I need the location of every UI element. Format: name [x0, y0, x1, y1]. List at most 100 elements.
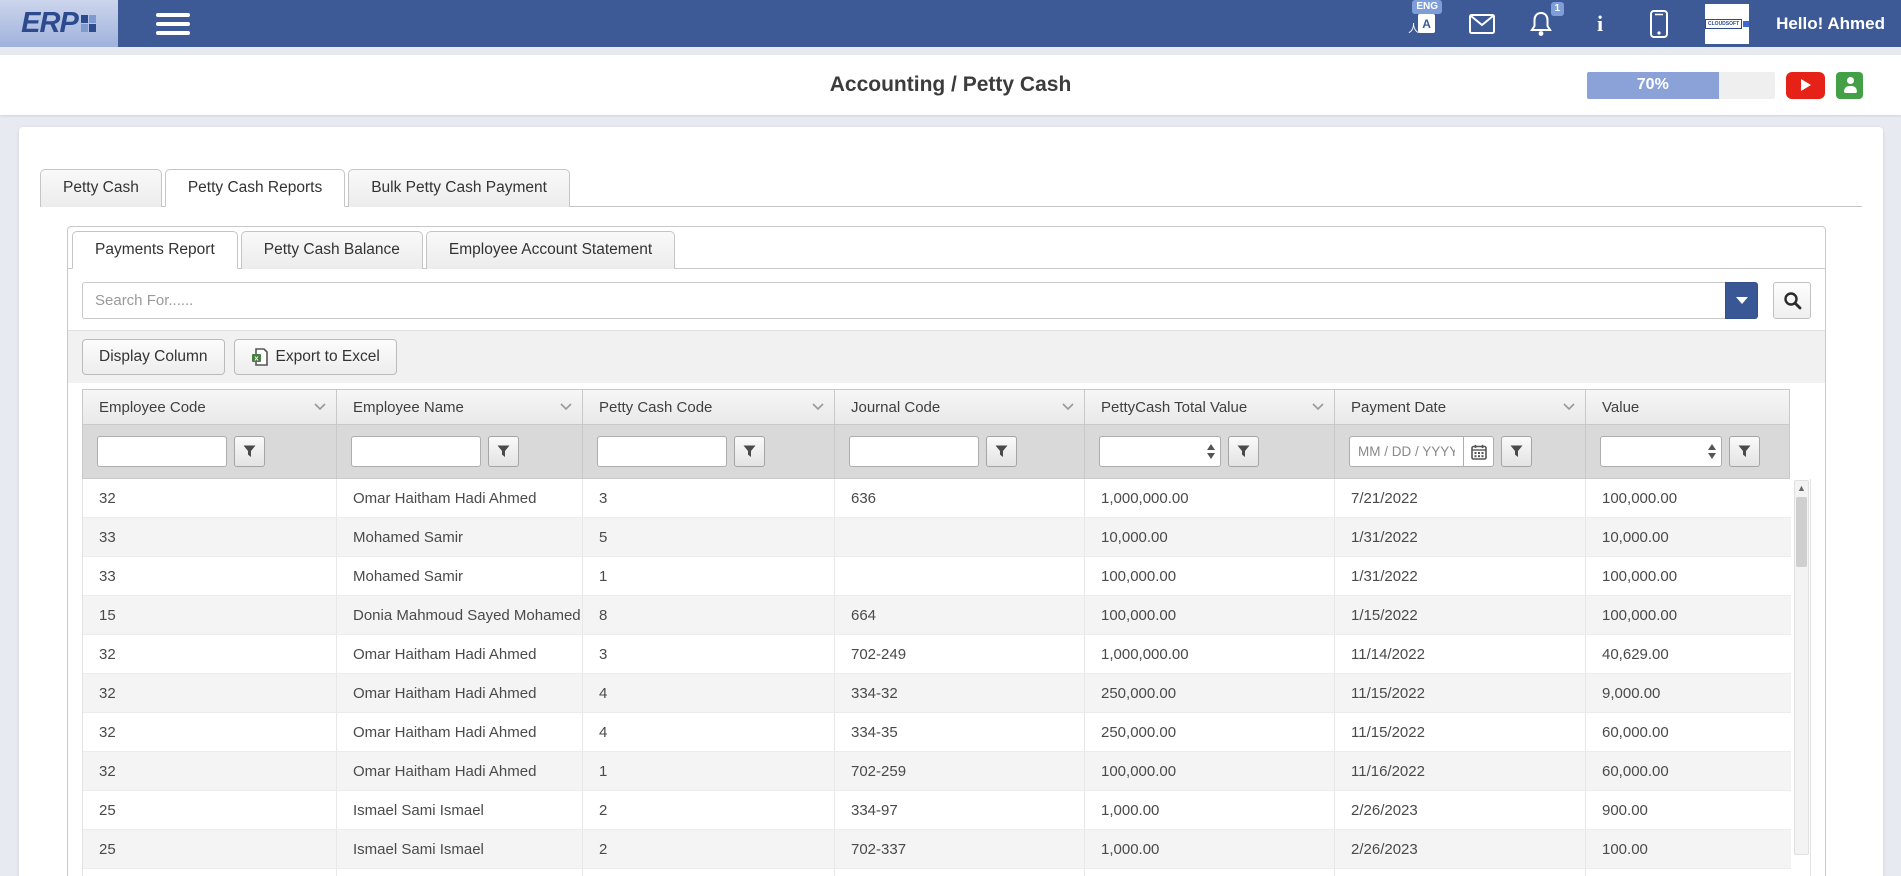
filter-button-employee-code[interactable] [234, 436, 265, 467]
scroll-up-icon: ▲ [1797, 481, 1806, 495]
calendar-icon [1471, 444, 1487, 460]
table-cell: 2 [583, 830, 835, 868]
filter-input-petty-cash-code[interactable] [597, 436, 727, 467]
table-row[interactable]: 25Ismael Sami Ismael2334-971,000.002/26/… [83, 791, 1791, 830]
table-row[interactable]: 32Omar Haitham Hadi Ahmed1702-259100,000… [83, 752, 1791, 791]
filter-button-petty-cash-code[interactable] [734, 436, 765, 467]
table-cell: 8 [583, 596, 835, 634]
subtab-payments-report[interactable]: Payments Report [72, 231, 238, 269]
table-cell: 10,000.00 [1586, 518, 1791, 556]
table-row[interactable]: 32Omar Haitham Hadi Ahmed3702-2491,000,0… [83, 635, 1791, 674]
mobile-icon[interactable] [1646, 11, 1672, 37]
app-logo-text: ERP [21, 7, 78, 40]
notifications-icon[interactable]: 1 [1528, 11, 1554, 37]
filter-input-employee-code[interactable] [97, 436, 227, 467]
number-spinner[interactable] [1704, 438, 1720, 465]
filter-button-payment-date[interactable] [1501, 436, 1532, 467]
number-spinner[interactable] [1203, 438, 1219, 465]
table-cell: 60,000.00 [1586, 752, 1791, 790]
column-header-employee-name[interactable]: Employee Name [337, 390, 583, 424]
column-header-pettycash-total-value[interactable]: PettyCash Total Value [1085, 390, 1335, 424]
table-cell: 100,000.00 [1586, 557, 1791, 595]
table-cell: 100,000.00 [1586, 479, 1791, 517]
table-cell: 3 [583, 635, 835, 673]
title-bar: Accounting / Petty Cash 70% [0, 55, 1901, 115]
info-icon[interactable]: i [1587, 11, 1613, 37]
tab-bulk-petty-cash-payment[interactable]: Bulk Petty Cash Payment [348, 169, 570, 207]
table-cell: Omar Haitham Hadi Ahmed [337, 479, 583, 517]
table-cell: Omar Haitham Hadi Ahmed [337, 674, 583, 712]
tab-petty-cash-reports[interactable]: Petty Cash Reports [165, 169, 345, 207]
table-cell: 1,000.00 [1085, 791, 1335, 829]
search-icon [1783, 291, 1802, 310]
table-scrollbar[interactable]: ▲ [1794, 480, 1809, 855]
funnel-icon [497, 445, 510, 458]
youtube-icon[interactable] [1786, 72, 1825, 99]
chevron-down-icon [1062, 403, 1074, 411]
table-toolbar: Display Column x Export to Excel [68, 330, 1825, 383]
filter-button-employee-name[interactable] [488, 436, 519, 467]
column-header-petty-cash-code[interactable]: Petty Cash Code [583, 390, 835, 424]
funnel-icon [243, 445, 256, 458]
table-row[interactable]: 32Omar Haitham Hadi Ahmed4334-32250,000.… [83, 674, 1791, 713]
table-row[interactable]: 32Omar Haitham Hadi Ahmed36361,000,000.0… [83, 479, 1791, 518]
table-row[interactable]: 25Ismael Sami Ismael2702-3371,000.002/26… [83, 830, 1791, 869]
filter-input-employee-name[interactable] [351, 436, 481, 467]
table-cell: 334-32 [835, 674, 1085, 712]
table-cell: 2/26/2023 [1335, 830, 1586, 868]
search-dropdown-button[interactable] [1725, 282, 1758, 319]
search-button[interactable] [1773, 282, 1811, 319]
table-cell: 100,000.00 [1085, 596, 1335, 634]
app-logo[interactable]: ERP [0, 0, 118, 47]
export-excel-button[interactable]: x Export to Excel [234, 339, 397, 375]
table-cell: 702-259 [835, 752, 1085, 790]
table-row[interactable]: 15Donia Mahmoud Sayed Mohamed8664100,000… [83, 596, 1791, 635]
menu-icon[interactable] [156, 8, 190, 40]
table-cell: 1,000,000.00 [1085, 479, 1335, 517]
display-column-button[interactable]: Display Column [82, 339, 225, 375]
funnel-icon [1510, 445, 1523, 458]
table-cell: 40,629.00 [1586, 635, 1791, 673]
chevron-down-icon [812, 403, 824, 411]
filter-button-journal-code[interactable] [986, 436, 1017, 467]
table-cell: 78 [83, 869, 337, 876]
spinner-up-icon [1207, 444, 1215, 450]
chevron-down-icon [1736, 297, 1748, 304]
filter-button-pettycash-total-value[interactable] [1228, 436, 1259, 467]
filter-input-payment-date[interactable] [1349, 436, 1464, 467]
subtab-employee-account-statement[interactable]: Employee Account Statement [426, 231, 675, 269]
table-cell: 2/26/2023 [1335, 791, 1586, 829]
column-header-journal-code[interactable]: Journal Code [835, 390, 1085, 424]
mail-icon[interactable] [1469, 11, 1495, 37]
table-cell: Ismael Sami Ismael [337, 791, 583, 829]
table-cell: 1/31/2022 [1335, 557, 1586, 595]
filter-input-journal-code[interactable] [849, 436, 979, 467]
avatar[interactable]: CLOUDSOFT [1705, 4, 1749, 44]
column-header-payment-date[interactable]: Payment Date [1335, 390, 1586, 424]
table-row[interactable]: 33Mohamed Samir1100,000.001/31/2022100,0… [83, 557, 1791, 596]
contact-card-icon[interactable] [1836, 72, 1863, 99]
table-header: Employee Code Employee Name Petty Cash C… [82, 389, 1790, 425]
spinner-down-icon [1708, 453, 1716, 459]
table-cell: 1/31/2022 [1335, 518, 1586, 556]
subtab-petty-cash-balance[interactable]: Petty Cash Balance [241, 231, 423, 269]
language-icon[interactable]: ENG 人 A [1410, 11, 1436, 37]
search-input[interactable] [82, 282, 1725, 319]
table-row[interactable]: 33Mohamed Samir510,000.001/31/202210,000… [83, 518, 1791, 557]
page-title: Accounting / Petty Cash [830, 73, 1072, 97]
date-picker-button[interactable] [1464, 436, 1494, 467]
spinner-down-icon [1207, 453, 1215, 459]
table-cell: 11/15/2022 [1335, 713, 1586, 751]
filter-button-value[interactable] [1729, 436, 1760, 467]
column-header-value[interactable]: Value [1586, 390, 1791, 424]
table-row[interactable]: 32Omar Haitham Hadi Ahmed4334-35250,000.… [83, 713, 1791, 752]
tab-petty-cash[interactable]: Petty Cash [40, 169, 162, 207]
table-cell: Mohamed Samir [337, 557, 583, 595]
chevron-down-icon [314, 403, 326, 411]
table-cell: 100.00 [1586, 830, 1791, 868]
table-row[interactable]: 78samier Gamal1295,000.003/6/20235,000.0… [83, 869, 1791, 876]
table-cell: 900.00 [1586, 791, 1791, 829]
column-header-employee-code[interactable]: Employee Code [83, 390, 337, 424]
table-cell: 3/6/2023 [1335, 869, 1586, 876]
table-cell: 32 [83, 635, 337, 673]
